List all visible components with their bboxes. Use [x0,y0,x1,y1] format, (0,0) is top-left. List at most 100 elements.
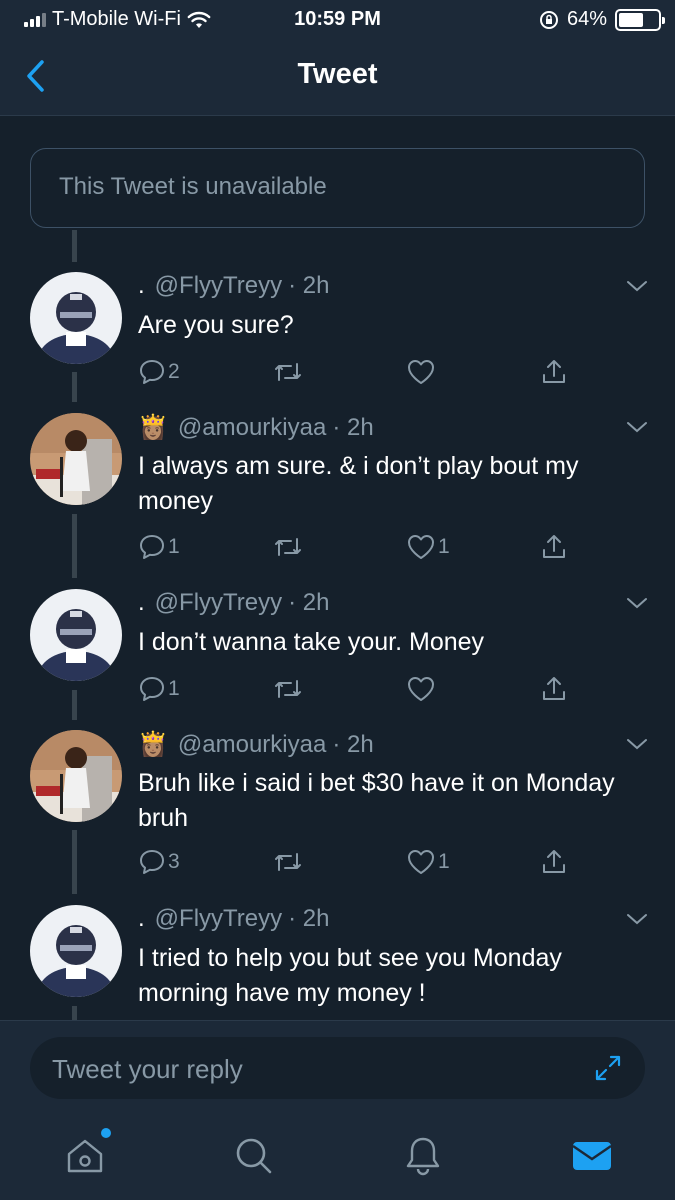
tweet-actions: 2 [138,358,578,390]
like-button[interactable]: 1 [406,848,450,876]
status-right: 64% [539,8,665,31]
reply-count: 2 [168,360,180,383]
timestamp: · 2h [332,730,374,758]
rotation-lock-icon [539,10,558,29]
tweet-item[interactable]: . @FlyyTreyy · 2h I don’t wanna take you… [0,589,675,709]
retweet-button[interactable] [272,675,306,703]
chevron-down-icon[interactable] [625,907,649,931]
retweet-icon [275,538,301,556]
notification-dot [101,1128,111,1138]
tab-home[interactable] [63,1128,111,1178]
share-icon [543,677,565,700]
avatar[interactable] [30,413,122,505]
thread-line [72,230,77,262]
heart-icon [408,535,434,559]
handle[interactable]: @amourkiyaa [178,731,326,759]
reply-input[interactable]: Tweet your reply [30,1037,645,1099]
retweet-icon [275,680,301,698]
nav-bar: Tweet [0,40,675,116]
tweet-header: . @FlyyTreyy · 2h [138,589,330,617]
bell-icon [406,1137,440,1176]
chevron-down-icon[interactable] [625,415,649,439]
retweet-icon [275,363,301,381]
like-count: 1 [438,850,450,873]
timestamp: · 2h [288,905,330,932]
reply-button[interactable]: 1 [138,675,180,703]
tweet-text: Bruh like i said i bet $30 have it on Mo… [138,769,615,832]
tab-messages[interactable] [570,1134,614,1178]
retweet-button[interactable] [272,358,306,386]
like-button[interactable]: 1 [406,533,450,561]
share-icon [543,360,565,383]
share-button[interactable] [540,533,568,561]
reply-button[interactable]: 1 [138,533,180,561]
reply-icon [140,360,164,384]
reply-icon [140,850,164,874]
compose-bar: Tweet your reply [0,1020,675,1114]
share-button[interactable] [540,358,568,386]
reply-button[interactable]: 3 [138,848,180,876]
like-button[interactable] [406,675,438,703]
battery-percent: 64% [566,8,607,30]
tweet-item[interactable]: . @FlyyTreyy · 2h Are you sure? 2 [0,272,675,392]
tweet-header: 👸🏽 @amourkiyaa · 2h [138,413,374,442]
share-button[interactable] [540,675,568,703]
avatar[interactable] [30,905,122,997]
reply-placeholder: Tweet your reply [52,1054,243,1084]
heart-icon [408,850,434,874]
tab-bar [0,1114,675,1200]
display-name[interactable]: . [138,589,145,617]
tweet-actions: 1 1 [138,533,578,565]
tweet-header: 👸🏽 @amourkiyaa · 2h [138,730,374,759]
tweet-item[interactable]: . @FlyyTreyy · 2h I tried to help you bu… [0,905,675,1020]
expand-icon[interactable] [593,1053,623,1083]
avatar[interactable] [30,730,122,822]
status-bar: T-Mobile Wi-Fi 10:59 PM 64% [0,0,675,40]
share-icon [543,850,565,873]
unavailable-tweet-card[interactable]: This Tweet is unavailable [30,148,645,228]
chevron-down-icon[interactable] [625,732,649,756]
chevron-down-icon[interactable] [625,274,649,298]
avatar[interactable] [30,589,122,681]
handle[interactable]: @FlyyTreyy [155,905,282,933]
unavailable-text: This Tweet is unavailable [59,173,327,200]
reply-count: 3 [168,850,180,873]
battery-icon [615,8,665,31]
handle[interactable]: @FlyyTreyy [155,272,282,300]
handle[interactable]: @FlyyTreyy [155,589,282,617]
display-name[interactable]: . [138,272,145,300]
avatar[interactable] [30,272,122,364]
search-icon [236,1138,272,1174]
tweet-actions: 3 1 [138,848,578,880]
tweet-header: . @FlyyTreyy · 2h [138,272,330,300]
tweet-header: . @FlyyTreyy · 2h [138,905,330,933]
share-icon [543,535,565,558]
mail-icon [572,1142,612,1170]
timestamp: · 2h [288,589,330,616]
timestamp: · 2h [332,413,374,441]
tweet-item[interactable]: 👸🏽 @amourkiyaa · 2h Bruh like i said i b… [0,730,675,890]
tweet-actions: 1 [138,675,578,707]
tweet-text: I don’t wanna take your. Money [138,628,485,656]
heart-icon [408,677,434,701]
display-name[interactable]: 👸🏽 [138,730,168,759]
tab-search[interactable] [232,1134,276,1178]
retweet-icon [275,853,301,871]
reply-button[interactable]: 2 [138,358,180,386]
display-name[interactable]: . [138,905,145,933]
retweet-button[interactable] [272,533,306,561]
heart-icon [408,360,434,384]
like-button[interactable] [406,358,438,386]
like-count: 1 [438,535,450,558]
handle[interactable]: @amourkiyaa [178,414,326,442]
display-name[interactable]: 👸🏽 [138,413,168,442]
reply-icon [140,677,164,701]
page-title: Tweet [297,58,378,90]
tab-notifications[interactable] [401,1134,445,1178]
reply-icon [140,535,164,559]
retweet-button[interactable] [272,848,306,876]
chevron-down-icon[interactable] [625,591,649,615]
tweet-text: Are you sure? [138,311,294,339]
share-button[interactable] [540,848,568,876]
tweet-item[interactable]: 👸🏽 @amourkiyaa · 2h I always am sure. & … [0,413,675,573]
